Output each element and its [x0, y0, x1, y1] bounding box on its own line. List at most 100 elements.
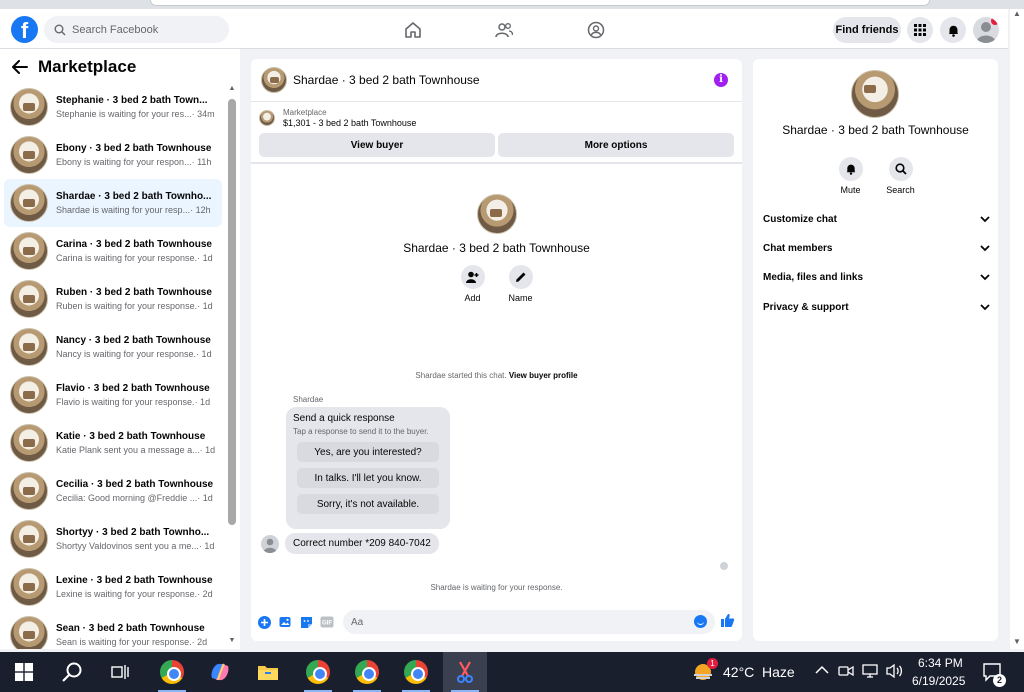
conversation-item[interactable]: Flavio · 3 bed 2 bath Townhouse Flavio is… — [4, 371, 222, 419]
file-explorer-icon[interactable] — [246, 652, 290, 692]
conversation-preview: Cecilia: Good morning @Freddie ... — [56, 493, 198, 503]
thumbs-up-icon[interactable] — [720, 613, 735, 631]
listing-thumbnail — [10, 520, 48, 558]
top-navigation: f Find friends — [0, 9, 1008, 49]
search-box[interactable] — [44, 16, 229, 43]
conversation-item[interactable]: Katie · 3 bed 2 bath Townhouse Katie Plan… — [4, 419, 222, 467]
conversation-time: · 12h — [190, 205, 211, 215]
listing-actions: View buyer More options — [251, 128, 742, 164]
weather-condition[interactable]: Haze — [762, 664, 795, 680]
chevron-down-icon — [980, 215, 990, 222]
emoji-icon[interactable] — [694, 615, 707, 628]
sticker-icon[interactable] — [299, 615, 313, 629]
conversation-time: · 1d — [194, 397, 211, 407]
chat-members-section[interactable]: Chat members — [763, 238, 990, 258]
conversation-item[interactable]: Ebony · 3 bed 2 bath Townhouse Ebony is w… — [4, 131, 222, 179]
clock-date[interactable]: 6/19/2025 — [912, 674, 965, 688]
find-friends-button[interactable]: Find friends — [833, 17, 901, 43]
listing-banner[interactable]: Marketplace $1,301 - 3 bed 2 bath Townho… — [251, 102, 742, 128]
conversation-item[interactable]: Cecilia · 3 bed 2 bath Townhouse Cecilia:… — [4, 467, 222, 515]
search-chat-button[interactable]: Search — [886, 157, 916, 195]
message-composer: GIF — [251, 609, 742, 635]
account-avatar[interactable] — [973, 17, 999, 43]
search-input[interactable] — [72, 23, 212, 36]
name-button[interactable]: Name — [507, 265, 535, 303]
media-files-links-section[interactable]: Media, files and links — [763, 267, 990, 287]
taskbar-search-icon[interactable] — [50, 652, 94, 692]
chrome-taskbar-button-3[interactable] — [345, 652, 389, 692]
show-hidden-icons-chevron-up-icon[interactable] — [815, 664, 829, 678]
sender-avatar[interactable] — [261, 534, 279, 553]
conversation-time: · 2d — [197, 589, 213, 599]
view-buyer-button[interactable]: View buyer — [259, 133, 495, 157]
more-options-button[interactable]: More options — [498, 133, 734, 157]
conversation-time: · 1d — [197, 301, 213, 311]
conversation-title: Shardae · 3 bed 2 bath Townho... — [56, 191, 212, 202]
task-view-icon[interactable] — [98, 652, 142, 692]
conversation-item[interactable]: Stephanie · 3 bed 2 bath Town... Stephani… — [4, 83, 222, 131]
weather-icon[interactable]: 1 — [692, 658, 718, 684]
conversation-time: · 2d — [191, 637, 208, 647]
message-bubble[interactable]: Correct number *209 840-7042 — [285, 533, 439, 554]
conversation-preview: Lexine is waiting for your response. — [56, 589, 198, 599]
conversation-preview: Ebony is waiting for your respon... — [56, 157, 192, 167]
plus-circle-icon[interactable] — [257, 615, 271, 629]
message-input[interactable] — [343, 610, 715, 634]
back-arrow-icon[interactable] — [12, 60, 28, 74]
view-buyer-profile-link[interactable]: View buyer profile — [509, 371, 578, 380]
chrome-taskbar-button-2[interactable] — [296, 652, 340, 692]
conversation-item[interactable]: Shardae · 3 bed 2 bath Townho... Shardae … — [4, 179, 222, 227]
conversation-item[interactable]: Lexine · 3 bed 2 bath Townhouse Lexine is… — [4, 563, 222, 611]
page-scroll-down-icon[interactable]: ▼ — [1013, 637, 1021, 646]
conversation-time: · 1d — [199, 445, 216, 455]
page-scroll-up-icon[interactable]: ▲ — [1013, 9, 1021, 18]
conversation-preview: Shardae is waiting for your resp... — [56, 205, 191, 215]
details-avatar[interactable] — [851, 70, 899, 118]
notification-center-icon[interactable]: 2 — [982, 662, 1006, 687]
quick-response-card: Send a quick response Tap a response to … — [286, 407, 450, 529]
network-icon[interactable] — [862, 663, 880, 682]
copilot-icon[interactable] — [198, 652, 242, 692]
scroll-down-icon[interactable]: ▼ — [228, 637, 236, 645]
meet-now-icon[interactable] — [838, 663, 854, 682]
mute-button[interactable]: Mute — [836, 157, 866, 195]
conversation-time: · 1d — [197, 493, 213, 503]
menu-grid-icon[interactable] — [907, 17, 933, 43]
quick-response-button-interested[interactable]: Yes, are you interested? — [297, 442, 439, 462]
info-icon[interactable]: i — [714, 73, 728, 87]
volume-icon[interactable] — [886, 663, 904, 682]
chat-title[interactable]: Shardae · 3 bed 2 bath Townhouse — [293, 73, 480, 87]
chat-profile-block: Shardae · 3 bed 2 bath Townhouse Add Nam… — [251, 194, 742, 303]
friends-icon[interactable] — [493, 19, 515, 41]
add-person-icon — [466, 271, 479, 283]
address-bar[interactable] — [150, 0, 930, 6]
chrome-taskbar-button-1[interactable] — [150, 652, 194, 692]
notifications-bell-icon[interactable] — [940, 17, 966, 43]
conversation-item[interactable]: Sean · 3 bed 2 bath Townhouse Sean is wai… — [4, 611, 222, 649]
facebook-logo[interactable]: f — [11, 16, 38, 43]
chat-header-avatar[interactable] — [261, 67, 287, 93]
add-button[interactable]: Add — [459, 265, 487, 303]
chrome-taskbar-button-4[interactable] — [394, 652, 438, 692]
clock-time[interactable]: 6:34 PM — [918, 656, 963, 670]
home-icon[interactable] — [402, 19, 424, 41]
customize-chat-section[interactable]: Customize chat — [763, 209, 990, 229]
sidebar-scrollbar[interactable]: ▲ ▼ — [228, 85, 236, 645]
listing-thumbnail — [10, 136, 48, 174]
conversation-item[interactable]: Ruben · 3 bed 2 bath Townhouse Ruben is w… — [4, 275, 222, 323]
page-scrollbar[interactable]: ▲ ▼ — [1010, 9, 1024, 649]
photo-icon[interactable] — [278, 615, 292, 629]
scrollbar-thumb[interactable] — [228, 99, 236, 525]
privacy-support-section[interactable]: Privacy & support — [763, 297, 990, 317]
quick-response-button-in-talks[interactable]: In talks. I'll let you know. — [297, 468, 439, 488]
conversation-item[interactable]: Carina · 3 bed 2 bath Townhouse Carina is… — [4, 227, 222, 275]
groups-icon[interactable] — [585, 19, 607, 41]
windows-start-icon[interactable] — [2, 652, 46, 692]
temperature[interactable]: 42°C — [723, 664, 754, 680]
scroll-up-icon[interactable]: ▲ — [228, 85, 236, 93]
gif-icon[interactable]: GIF — [320, 615, 334, 629]
conversation-item[interactable]: Shortyy · 3 bed 2 bath Townho... Shortyy … — [4, 515, 222, 563]
snipping-tool-taskbar-button[interactable] — [443, 652, 487, 692]
quick-response-button-not-available[interactable]: Sorry, it's not available. — [297, 494, 439, 514]
conversation-item[interactable]: Nancy · 3 bed 2 bath Townhouse Nancy is w… — [4, 323, 222, 371]
